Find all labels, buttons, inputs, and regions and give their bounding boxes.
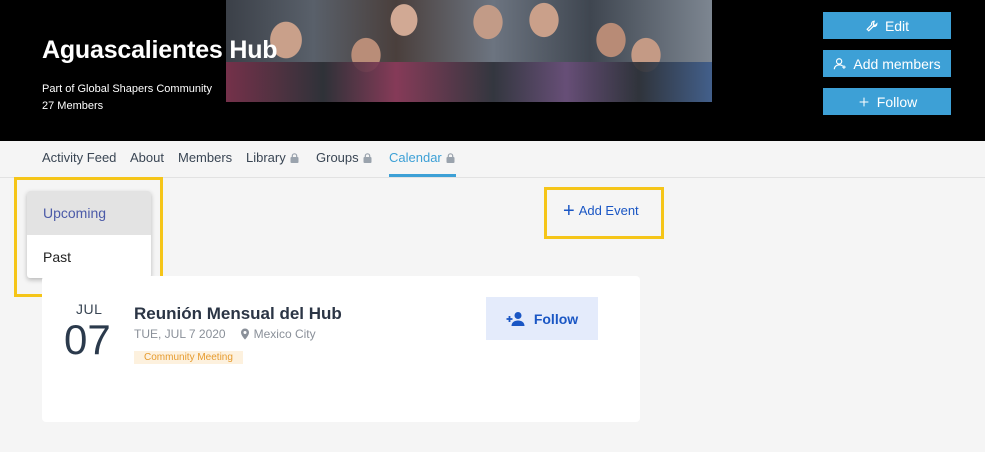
follow-hub-button-label: Follow	[876, 93, 918, 110]
tab-calendar[interactable]: Calendar	[389, 150, 455, 165]
tab-label: Groups	[316, 150, 359, 165]
wrench-icon	[866, 20, 878, 32]
plus-icon	[859, 97, 869, 106]
hub-subtitle: Part of Global Shapers Community	[42, 83, 212, 95]
event-location: Mexico City	[253, 327, 316, 341]
event-meta: TUE, JUL 7 2020 Mexico City	[134, 327, 316, 341]
filter-option-past[interactable]: Past	[27, 235, 151, 278]
lock-icon	[290, 152, 299, 163]
lock-icon	[363, 152, 372, 163]
follow-hub-button[interactable]: Follow	[823, 88, 951, 115]
edit-button-label: Edit	[884, 17, 910, 34]
tab-members[interactable]: Members	[178, 150, 232, 165]
event-tag: Community Meeting	[134, 351, 243, 364]
add-event-button[interactable]: + Add Event	[563, 199, 639, 222]
event-date: TUE, JUL 7 2020	[134, 327, 226, 341]
hub-header: Aguascalientes Hub Part of Global Shaper…	[0, 0, 985, 141]
event-month: JUL	[76, 301, 103, 317]
active-tab-indicator	[389, 174, 456, 177]
event-follow-label: Follow	[533, 310, 579, 327]
tab-label: Library	[246, 150, 286, 165]
tab-label: Calendar	[389, 150, 442, 165]
tab-library[interactable]: Library	[246, 150, 299, 165]
tab-about[interactable]: About	[130, 150, 164, 165]
plus-icon: +	[563, 199, 575, 222]
add-members-button-label: Add members	[853, 55, 941, 72]
edit-button[interactable]: Edit	[823, 12, 951, 39]
person-add-icon	[506, 311, 525, 326]
lock-icon	[446, 152, 455, 163]
event-filter-dropdown: Upcoming Past	[27, 191, 151, 278]
event-day: 07	[64, 316, 111, 363]
map-pin-icon	[240, 328, 249, 340]
event-card[interactable]: JUL 07 Reunión Mensual del Hub TUE, JUL …	[42, 276, 640, 422]
user-outline-icon	[834, 57, 847, 69]
filter-option-upcoming[interactable]: Upcoming	[27, 191, 151, 235]
tab-activity-feed[interactable]: Activity Feed	[42, 150, 116, 165]
add-members-button[interactable]: Add members	[823, 50, 951, 77]
hub-member-count: 27 Members	[42, 100, 104, 112]
tab-label: Activity Feed	[42, 150, 117, 165]
event-follow-button[interactable]: Follow	[486, 297, 598, 340]
event-title[interactable]: Reunión Mensual del Hub	[134, 304, 342, 324]
add-event-label: Add Event	[578, 203, 639, 218]
tab-label: About	[130, 150, 164, 165]
tab-label: Members	[178, 150, 233, 165]
hub-cover-photo	[226, 0, 712, 102]
hub-tab-bar: Activity Feed About Members Library Grou…	[0, 141, 985, 178]
hub-title: Aguascalientes Hub	[42, 36, 278, 64]
tab-groups[interactable]: Groups	[316, 150, 372, 165]
